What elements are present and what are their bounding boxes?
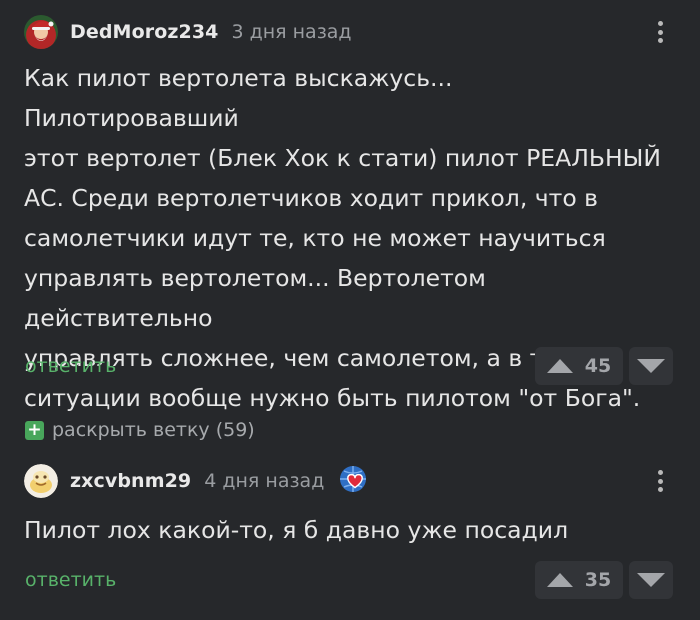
comment-text-line: этот вертолет (Блек Хок к стати) пилот Р… [24,144,661,172]
avatar[interactable] [24,15,58,49]
comment-text-line: Как пилот вертолета выскажусь... Пилотир… [24,64,453,132]
comment-header: zxcvbnm29 4 дня назад [24,461,372,501]
comment-text-line: Пилот лох какой-то, я б давно уже посади… [24,516,569,544]
vote-controls: 35 [535,561,673,599]
user-badge [338,464,372,498]
arrow-up-icon [546,359,573,373]
comment-text-line: АС. Среди вертолетчиков ходит прикол, чт… [24,184,599,212]
vote-score: 45 [584,355,612,377]
username[interactable]: DedMoroz234 [70,21,218,43]
arrow-down-icon [637,359,665,373]
expand-thread-label: раскрыть ветку (59) [52,419,255,441]
comment-header: DedMoroz234 3 дня назад [24,12,352,52]
more-options-icon[interactable] [650,17,670,47]
plus-icon: + [25,420,44,440]
vote-controls: 45 [535,347,673,385]
more-options-icon[interactable] [650,466,670,496]
vote-score: 35 [584,569,612,591]
upvote-button[interactable]: 35 [535,561,623,599]
reply-button[interactable]: ответить [25,355,116,377]
arrow-up-icon [546,573,573,587]
username[interactable]: zxcvbnm29 [70,470,191,492]
comment-time: 3 дня назад [231,21,352,43]
cartoon-avatar-icon [24,464,58,498]
comment-text-line: управлять вертолетом... Вертолетом дейст… [24,264,486,332]
comment-text-line: самолетчики идут те, кто не может научит… [24,224,606,252]
avatar[interactable] [24,464,58,498]
downvote-button[interactable] [629,347,673,385]
reply-button[interactable]: ответить [25,569,116,591]
upvote-button[interactable]: 45 [535,347,623,385]
comment-text: Пилот лох какой-то, я б давно уже посади… [24,510,674,550]
downvote-button[interactable] [629,561,673,599]
arrow-down-icon [637,573,665,587]
santa-avatar-icon [24,15,58,49]
globe-heart-icon [340,466,367,492]
expand-thread-button[interactable]: + раскрыть ветку (59) [25,418,255,442]
comment-time: 4 дня назад [204,470,325,492]
